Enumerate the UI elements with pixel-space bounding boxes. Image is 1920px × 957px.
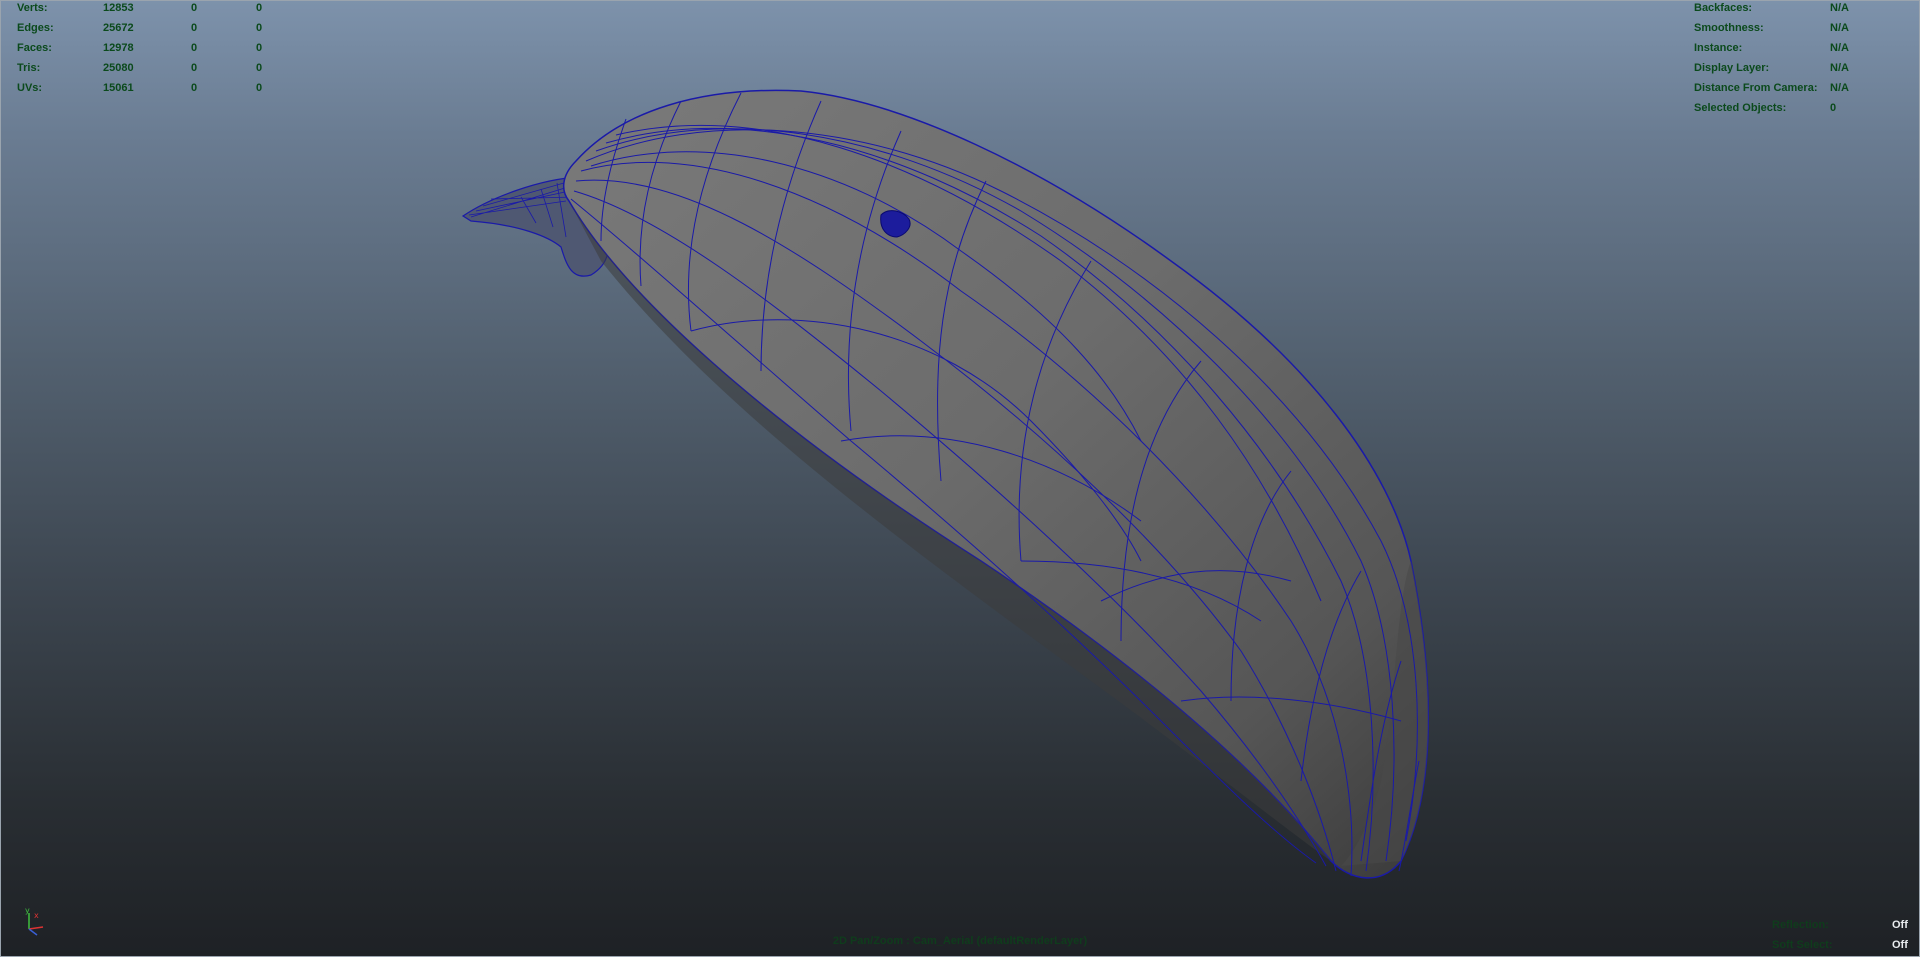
poly-count-selected-count: 0: [256, 42, 263, 54]
object-detail-value: N/A: [1830, 82, 1849, 94]
axis-y-label: y: [25, 907, 30, 915]
camera-label: 2D Pan/Zoom : Cam_Aerial (defaultRenderL…: [832, 935, 1088, 947]
poly-count-value: 25080: [103, 62, 134, 74]
reflection-value: Off: [1892, 919, 1908, 931]
object-detail-row: Instance: N/A: [1694, 38, 1914, 58]
poly-count-selected: 0: [191, 42, 198, 54]
banana-body: [562, 89, 1429, 879]
poly-count-selected: 0: [191, 82, 198, 94]
axis-x-label: x: [34, 911, 39, 920]
poly-count-label: Verts:: [17, 2, 48, 14]
poly-count-value: 12978: [103, 42, 134, 54]
poly-count-row-verts: Verts: 12853 0 0: [17, 1, 297, 18]
object-details-hud: Backfaces: N/A Smoothness: N/A Instance:…: [1694, 1, 1914, 118]
object-detail-value: N/A: [1830, 2, 1849, 14]
poly-count-row-edges: Edges: 25672 0 0: [17, 18, 297, 38]
object-detail-row: Smoothness: N/A: [1694, 18, 1914, 38]
poly-count-selected: 0: [191, 22, 198, 34]
object-detail-row: Selected Objects: 0: [1694, 98, 1914, 118]
poly-count-row-faces: Faces: 12978 0 0: [17, 38, 297, 58]
object-detail-value: N/A: [1830, 22, 1849, 34]
object-detail-value: N/A: [1830, 62, 1849, 74]
poly-count-hud: Verts: 12853 0 0 Edges: 25672 0 0 Faces:…: [17, 1, 297, 98]
axis-gizmo-icon: y x: [25, 907, 44, 936]
poly-count-label: Tris:: [17, 62, 41, 74]
object-detail-row: Backfaces: N/A: [1694, 1, 1914, 18]
object-detail-label: Selected Objects:: [1694, 102, 1787, 114]
poly-count-value: 12853: [103, 2, 134, 14]
poly-count-selected: 0: [191, 62, 198, 74]
poly-count-selected-count: 0: [256, 82, 263, 94]
object-detail-label: Instance:: [1694, 42, 1743, 54]
poly-count-value: 15061: [103, 82, 134, 94]
reflection-label: Reflection:: [1772, 919, 1829, 931]
object-detail-label: Display Layer:: [1694, 62, 1770, 74]
object-detail-row: Distance From Camera: N/A: [1694, 78, 1914, 98]
poly-count-selected-count: 0: [256, 22, 263, 34]
poly-count-selected-count: 0: [256, 62, 263, 74]
poly-count-row-uvs: UVs: 15061 0 0: [17, 78, 297, 98]
object-detail-row: Display Layer: N/A: [1694, 58, 1914, 78]
reflection-row: Reflection: Off: [1772, 915, 1912, 935]
object-detail-value: 0: [1830, 102, 1837, 114]
banana-mesh[interactable]: [1, 1, 1920, 957]
poly-count-row-tris: Tris: 25080 0 0: [17, 58, 297, 78]
poly-count-label: Edges:: [17, 22, 54, 34]
poly-count-selected-count: 0: [256, 2, 263, 14]
poly-count-value: 25672: [103, 22, 134, 34]
object-detail-label: Distance From Camera:: [1694, 82, 1818, 94]
object-detail-label: Backfaces:: [1694, 2, 1753, 14]
poly-count-label: Faces:: [17, 42, 52, 54]
object-detail-value: N/A: [1830, 42, 1849, 54]
object-detail-label: Smoothness:: [1694, 22, 1764, 34]
3d-viewport[interactable]: Verts: 12853 0 0 Edges: 25672 0 0 Faces:…: [0, 0, 1920, 957]
poly-count-selected: 0: [191, 2, 198, 14]
poly-count-label: UVs:: [17, 82, 43, 94]
